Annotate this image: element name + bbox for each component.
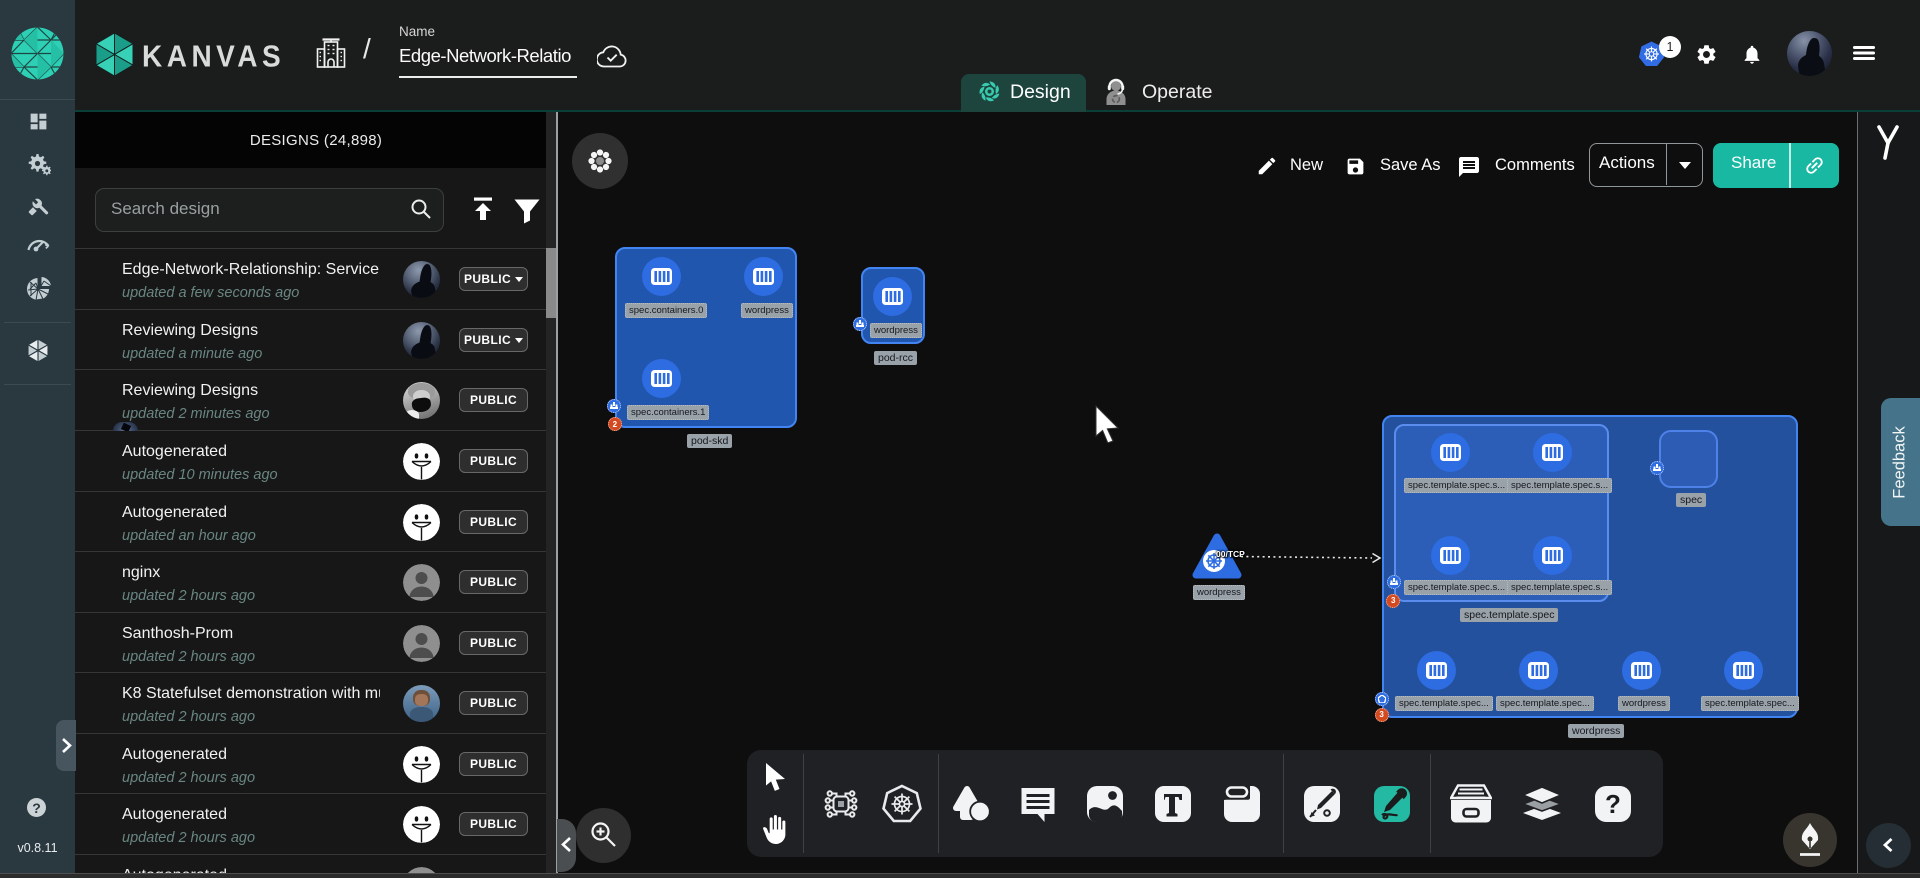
svg-text:?: ?: [1605, 789, 1621, 819]
